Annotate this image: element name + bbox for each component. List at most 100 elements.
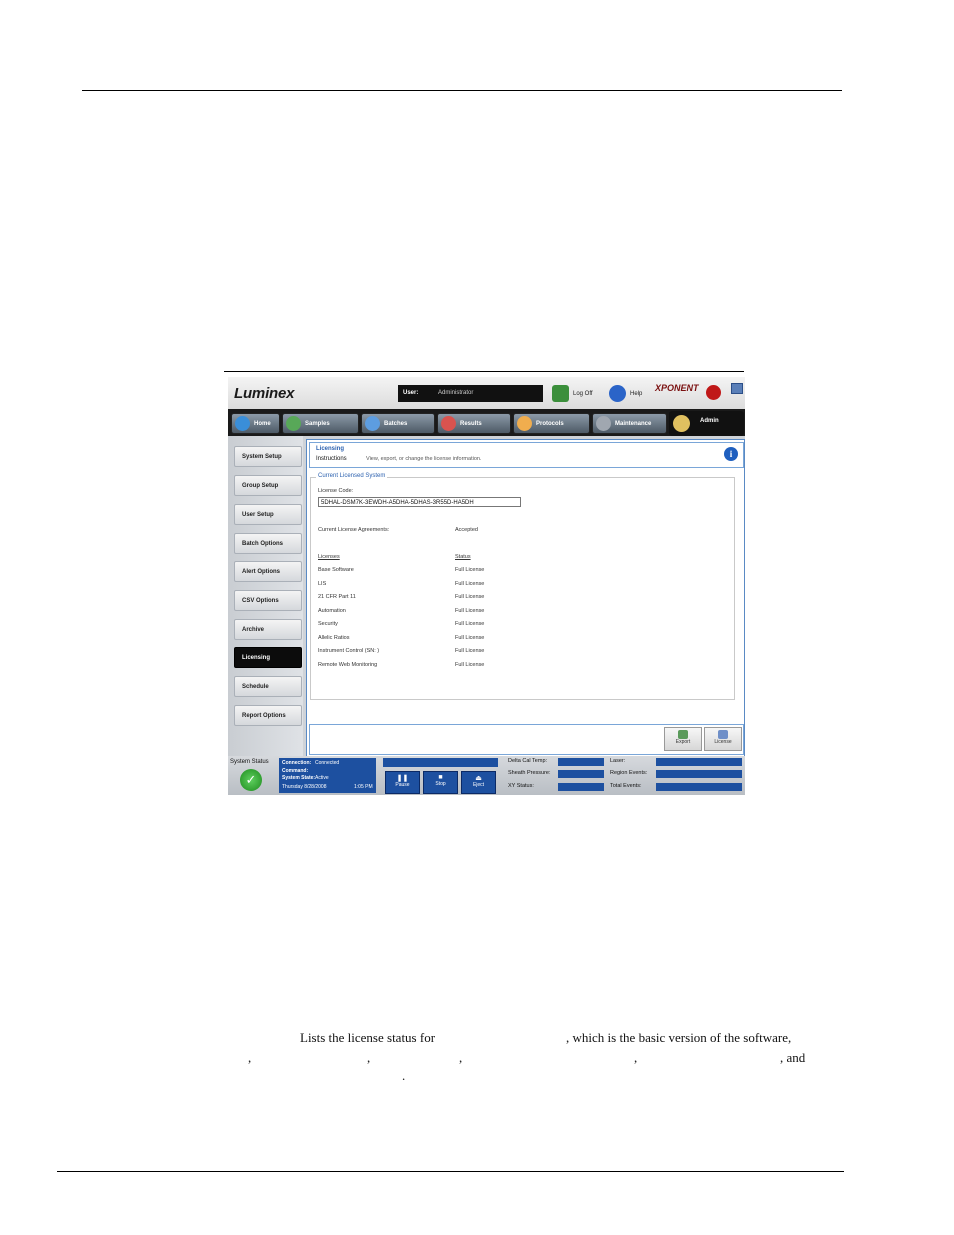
license-button[interactable]: License [704,727,742,751]
license-status: Full License [455,648,485,654]
export-button[interactable]: Export [664,727,702,751]
sidebar-item-archive[interactable]: Archive [234,619,302,640]
status-column-header: Status [455,554,471,560]
license-name: LIS [318,581,327,587]
paragraph-text: , [459,1050,463,1065]
tab-home[interactable]: Home [231,413,280,434]
license-status: Full License [455,662,485,668]
tab-results[interactable]: Results [437,413,511,434]
license-code-field[interactable]: 5DHAL-DSM7K-3EWDH-A5DHA-5DHAS-3R55D-HA5D… [318,497,521,507]
user-value: Administrator [438,390,474,396]
sidebar-item-schedule[interactable]: Schedule [234,676,302,697]
sidebar-item-csv-options[interactable]: CSV Options [234,590,302,611]
license-code-label: License Code: [318,488,354,494]
brand-dot-icon [706,385,721,400]
license-name: Remote Web Monitoring [318,662,378,668]
sidebar-item-user-setup[interactable]: User Setup [234,504,302,525]
sheath-pressure-value [558,770,604,778]
paragraph-text: , and [780,1050,806,1065]
sidebar-item-licensing[interactable]: Licensing [234,647,302,668]
sidebar-item-batch-options[interactable]: Batch Options [234,533,302,554]
license-status: Full License [455,635,485,641]
current-licensed-system-panel: Current Licensed System License Code: 5D… [310,473,735,700]
laser-value [656,758,742,766]
licenses-paragraph: Lists the license status for , which is … [0,1030,954,1090]
main-nav: Home Samples Batches Results Protocols M… [228,409,745,436]
instructions-text: View, export, or change the license info… [366,456,482,462]
eject-button[interactable]: ⏏ Eject [461,771,496,794]
software-screenshot: Luminex User: Administrator Log Off Help… [228,377,745,795]
paragraph-text: , [634,1050,638,1065]
licensing-page: Licensing Instructions View, export, or … [306,439,745,757]
status-bar: System Status ✓ Connection: Connected Co… [228,756,745,795]
license-name: Base Software [318,567,354,573]
page-header: Licensing Instructions View, export, or … [309,442,744,468]
paragraph-text: , which is the basic version of the soft… [566,1030,792,1045]
batches-icon [365,416,380,431]
tab-protocols[interactable]: Protocols [513,413,590,434]
paragraph-text: . [402,1068,406,1083]
sidebar-item-group-setup[interactable]: Group Setup [234,475,302,496]
results-icon [441,416,456,431]
progress-bar [383,758,498,767]
sidebar-item-system-setup[interactable]: System Setup [234,446,302,467]
admin-sidebar: System Setup Group Setup User Setup Batc… [228,436,303,756]
license-name: Automation [318,608,346,614]
license-status: Full License [455,594,485,600]
xy-status-label: XY Status: [508,783,534,789]
total-events-value [656,783,742,791]
delta-cal-temp-value [558,758,604,766]
log-off-icon [552,385,569,402]
admin-icon [673,415,690,432]
protocols-icon [517,416,532,431]
region-events-value [656,770,742,778]
sidebar-item-alert-options[interactable]: Alert Options [234,561,302,582]
figure-rule [224,371,744,372]
pause-icon: ❚❚ [396,775,409,782]
paragraph-text: , [248,1050,252,1065]
license-status: Full License [455,581,485,587]
system-status-label: System Status [230,759,269,765]
maintenance-icon [596,416,611,431]
license-status: Full License [455,621,485,627]
license-name: Security [318,621,338,627]
sheath-pressure-label: Sheath Pressure: [508,770,551,776]
agreements-label: Current License Agreements: [318,527,390,533]
xponent-logo: XPONENT [655,383,699,393]
action-bar: Export License [309,724,744,755]
instructions-label: Instructions [316,456,347,462]
page-title: Licensing [316,446,345,452]
tab-maintenance[interactable]: Maintenance [592,413,667,434]
license-icon [718,730,728,739]
laser-label: Laser: [610,758,626,764]
luminex-logo: Luminex [234,385,295,402]
window-menu-button[interactable] [731,383,743,394]
tab-batches[interactable]: Batches [361,413,435,434]
license-status: Full License [455,567,485,573]
pause-button[interactable]: ❚❚ Pause [385,771,420,794]
xy-status-value [558,783,604,791]
user-label: User: [403,390,419,396]
section-title: Current Licensed System [316,473,388,479]
tab-samples[interactable]: Samples [282,413,359,434]
system-ok-icon: ✓ [240,769,262,791]
connection-panel: Connection: Connected Command: System St… [279,758,376,793]
license-name: 21 CFR Part 11 [318,594,356,600]
tab-admin[interactable]: Admin [669,411,744,436]
sidebar-item-report-options[interactable]: Report Options [234,705,302,726]
top-rule [82,90,842,91]
stop-icon: ■ [438,774,443,781]
paragraph-text: Lists the license status for [300,1030,436,1045]
stop-button[interactable]: ■ Stop [423,771,458,794]
user-box: User: Administrator [398,385,543,402]
delta-cal-temp-label: Delta Cal Temp: [508,758,548,764]
title-bar: Luminex User: Administrator Log Off Help… [228,377,745,409]
license-name: Instrument Control (SN: ) [318,648,380,654]
instrument-controls: ❚❚ Pause ■ Stop ⏏ Eject [383,758,498,794]
info-icon[interactable]: i [724,447,738,461]
license-name: Allelic Ratios [318,635,350,641]
bottom-rule [57,1171,844,1172]
home-icon [235,416,250,431]
eject-icon: ⏏ [475,775,482,782]
licenses-column-header: Licenses [318,554,340,560]
